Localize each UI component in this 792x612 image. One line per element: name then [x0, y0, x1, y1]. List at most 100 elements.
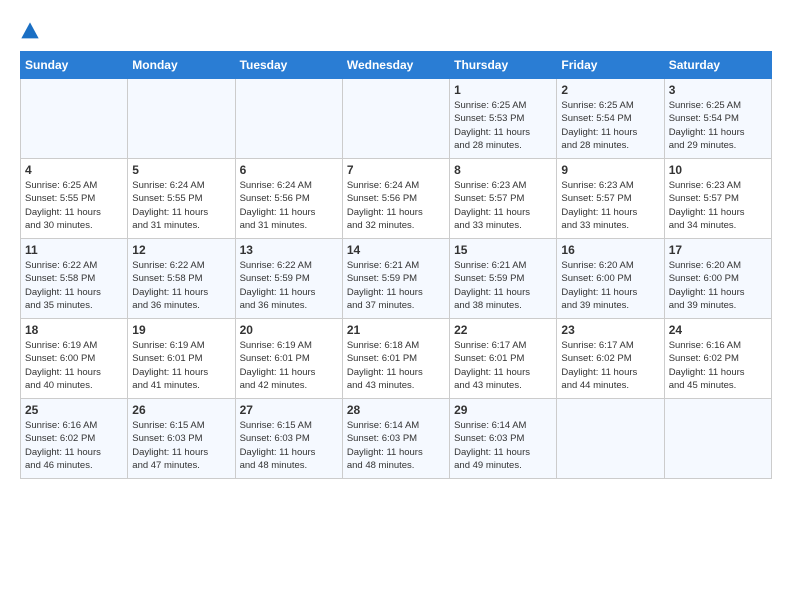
calendar-cell: 18 Sunrise: 6:19 AM Sunset: 6:00 PM Dayli…	[21, 319, 128, 399]
calendar-cell: 5 Sunrise: 6:24 AM Sunset: 5:55 PM Daylig…	[128, 159, 235, 239]
cell-content: Sunrise: 6:19 AM Sunset: 6:01 PM Dayligh…	[240, 339, 338, 392]
cell-content: Sunrise: 6:15 AM Sunset: 6:03 PM Dayligh…	[240, 419, 338, 472]
day-number: 26	[132, 403, 230, 417]
calendar-cell	[128, 79, 235, 159]
cell-content: Sunrise: 6:18 AM Sunset: 6:01 PM Dayligh…	[347, 339, 445, 392]
calendar-cell: 11 Sunrise: 6:22 AM Sunset: 5:58 PM Dayli…	[21, 239, 128, 319]
cell-content: Sunrise: 6:21 AM Sunset: 5:59 PM Dayligh…	[454, 259, 552, 312]
day-number: 6	[240, 163, 338, 177]
day-of-week-header: Saturday	[664, 52, 771, 79]
logo	[20, 20, 44, 41]
calendar-cell: 27 Sunrise: 6:15 AM Sunset: 6:03 PM Dayli…	[235, 399, 342, 479]
calendar-cell: 17 Sunrise: 6:20 AM Sunset: 6:00 PM Dayli…	[664, 239, 771, 319]
calendar-cell: 23 Sunrise: 6:17 AM Sunset: 6:02 PM Dayli…	[557, 319, 664, 399]
day-number: 20	[240, 323, 338, 337]
calendar-cell	[235, 79, 342, 159]
cell-content: Sunrise: 6:14 AM Sunset: 6:03 PM Dayligh…	[347, 419, 445, 472]
day-number: 19	[132, 323, 230, 337]
cell-content: Sunrise: 6:25 AM Sunset: 5:54 PM Dayligh…	[561, 99, 659, 152]
calendar-cell: 13 Sunrise: 6:22 AM Sunset: 5:59 PM Dayli…	[235, 239, 342, 319]
day-number: 2	[561, 83, 659, 97]
day-of-week-header: Friday	[557, 52, 664, 79]
day-number: 8	[454, 163, 552, 177]
calendar-cell	[557, 399, 664, 479]
cell-content: Sunrise: 6:16 AM Sunset: 6:02 PM Dayligh…	[25, 419, 123, 472]
cell-content: Sunrise: 6:20 AM Sunset: 6:00 PM Dayligh…	[669, 259, 767, 312]
cell-content: Sunrise: 6:14 AM Sunset: 6:03 PM Dayligh…	[454, 419, 552, 472]
cell-content: Sunrise: 6:22 AM Sunset: 5:58 PM Dayligh…	[132, 259, 230, 312]
day-number: 17	[669, 243, 767, 257]
day-number: 21	[347, 323, 445, 337]
cell-content: Sunrise: 6:25 AM Sunset: 5:53 PM Dayligh…	[454, 99, 552, 152]
calendar-cell: 10Sunrise: 6:23 AM Sunset: 5:57 PM Dayli…	[664, 159, 771, 239]
calendar-cell: 15 Sunrise: 6:21 AM Sunset: 5:59 PM Dayli…	[450, 239, 557, 319]
day-number: 15	[454, 243, 552, 257]
day-number: 4	[25, 163, 123, 177]
cell-content: Sunrise: 6:24 AM Sunset: 5:55 PM Dayligh…	[132, 179, 230, 232]
calendar-week-row: 18 Sunrise: 6:19 AM Sunset: 6:00 PM Dayli…	[21, 319, 772, 399]
day-number: 28	[347, 403, 445, 417]
day-number: 24	[669, 323, 767, 337]
calendar-cell: 20 Sunrise: 6:19 AM Sunset: 6:01 PM Dayli…	[235, 319, 342, 399]
day-of-week-header: Sunday	[21, 52, 128, 79]
cell-content: Sunrise: 6:22 AM Sunset: 5:58 PM Dayligh…	[25, 259, 123, 312]
calendar-cell: 12 Sunrise: 6:22 AM Sunset: 5:58 PM Dayli…	[128, 239, 235, 319]
day-number: 18	[25, 323, 123, 337]
calendar-cell: 28 Sunrise: 6:14 AM Sunset: 6:03 PM Dayli…	[342, 399, 449, 479]
calendar-week-row: 4 Sunrise: 6:25 AM Sunset: 5:55 PM Daylig…	[21, 159, 772, 239]
calendar-cell: 26 Sunrise: 6:15 AM Sunset: 6:03 PM Dayli…	[128, 399, 235, 479]
calendar-cell: 22Sunrise: 6:17 AM Sunset: 6:01 PM Dayli…	[450, 319, 557, 399]
day-number: 1	[454, 83, 552, 97]
calendar-cell: 19 Sunrise: 6:19 AM Sunset: 6:01 PM Dayli…	[128, 319, 235, 399]
day-of-week-header: Thursday	[450, 52, 557, 79]
calendar-week-row: 11 Sunrise: 6:22 AM Sunset: 5:58 PM Dayli…	[21, 239, 772, 319]
calendar-week-row: 25 Sunrise: 6:16 AM Sunset: 6:02 PM Dayli…	[21, 399, 772, 479]
calendar-cell	[21, 79, 128, 159]
cell-content: Sunrise: 6:25 AM Sunset: 5:55 PM Dayligh…	[25, 179, 123, 232]
day-number: 3	[669, 83, 767, 97]
day-number: 13	[240, 243, 338, 257]
calendar-cell: 29 Sunrise: 6:14 AM Sunset: 6:03 PM Dayli…	[450, 399, 557, 479]
cell-content: Sunrise: 6:21 AM Sunset: 5:59 PM Dayligh…	[347, 259, 445, 312]
calendar-cell: 9Sunrise: 6:23 AM Sunset: 5:57 PM Daylig…	[557, 159, 664, 239]
calendar-header-row: SundayMondayTuesdayWednesdayThursdayFrid…	[21, 52, 772, 79]
calendar-cell: 14 Sunrise: 6:21 AM Sunset: 5:59 PM Dayli…	[342, 239, 449, 319]
calendar-cell	[664, 399, 771, 479]
day-of-week-header: Tuesday	[235, 52, 342, 79]
cell-content: Sunrise: 6:22 AM Sunset: 5:59 PM Dayligh…	[240, 259, 338, 312]
calendar-cell: 25 Sunrise: 6:16 AM Sunset: 6:02 PM Dayli…	[21, 399, 128, 479]
day-number: 11	[25, 243, 123, 257]
day-number: 14	[347, 243, 445, 257]
day-number: 22	[454, 323, 552, 337]
cell-content: Sunrise: 6:19 AM Sunset: 6:01 PM Dayligh…	[132, 339, 230, 392]
cell-content: Sunrise: 6:17 AM Sunset: 6:02 PM Dayligh…	[561, 339, 659, 392]
day-number: 23	[561, 323, 659, 337]
day-number: 29	[454, 403, 552, 417]
day-number: 7	[347, 163, 445, 177]
calendar-cell: 2 Sunrise: 6:25 AM Sunset: 5:54 PM Daylig…	[557, 79, 664, 159]
cell-content: Sunrise: 6:23 AM Sunset: 5:57 PM Dayligh…	[454, 179, 552, 232]
day-number: 12	[132, 243, 230, 257]
calendar-cell: 6 Sunrise: 6:24 AM Sunset: 5:56 PM Daylig…	[235, 159, 342, 239]
day-of-week-header: Monday	[128, 52, 235, 79]
calendar-cell: 3 Sunrise: 6:25 AM Sunset: 5:54 PM Daylig…	[664, 79, 771, 159]
cell-content: Sunrise: 6:19 AM Sunset: 6:00 PM Dayligh…	[25, 339, 123, 392]
calendar-cell	[342, 79, 449, 159]
calendar-cell: 8 Sunrise: 6:23 AM Sunset: 5:57 PM Daylig…	[450, 159, 557, 239]
calendar-cell: 7 Sunrise: 6:24 AM Sunset: 5:56 PM Daylig…	[342, 159, 449, 239]
calendar-cell: 4 Sunrise: 6:25 AM Sunset: 5:55 PM Daylig…	[21, 159, 128, 239]
cell-content: Sunrise: 6:23 AM Sunset: 5:57 PM Dayligh…	[561, 179, 659, 232]
day-of-week-header: Wednesday	[342, 52, 449, 79]
cell-content: Sunrise: 6:15 AM Sunset: 6:03 PM Dayligh…	[132, 419, 230, 472]
cell-content: Sunrise: 6:25 AM Sunset: 5:54 PM Dayligh…	[669, 99, 767, 152]
day-number: 27	[240, 403, 338, 417]
calendar-table: SundayMondayTuesdayWednesdayThursdayFrid…	[20, 51, 772, 479]
header	[20, 20, 772, 41]
day-number: 16	[561, 243, 659, 257]
day-number: 5	[132, 163, 230, 177]
cell-content: Sunrise: 6:16 AM Sunset: 6:02 PM Dayligh…	[669, 339, 767, 392]
cell-content: Sunrise: 6:23 AM Sunset: 5:57 PM Dayligh…	[669, 179, 767, 232]
cell-content: Sunrise: 6:24 AM Sunset: 5:56 PM Dayligh…	[347, 179, 445, 232]
cell-content: Sunrise: 6:24 AM Sunset: 5:56 PM Dayligh…	[240, 179, 338, 232]
day-number: 25	[25, 403, 123, 417]
